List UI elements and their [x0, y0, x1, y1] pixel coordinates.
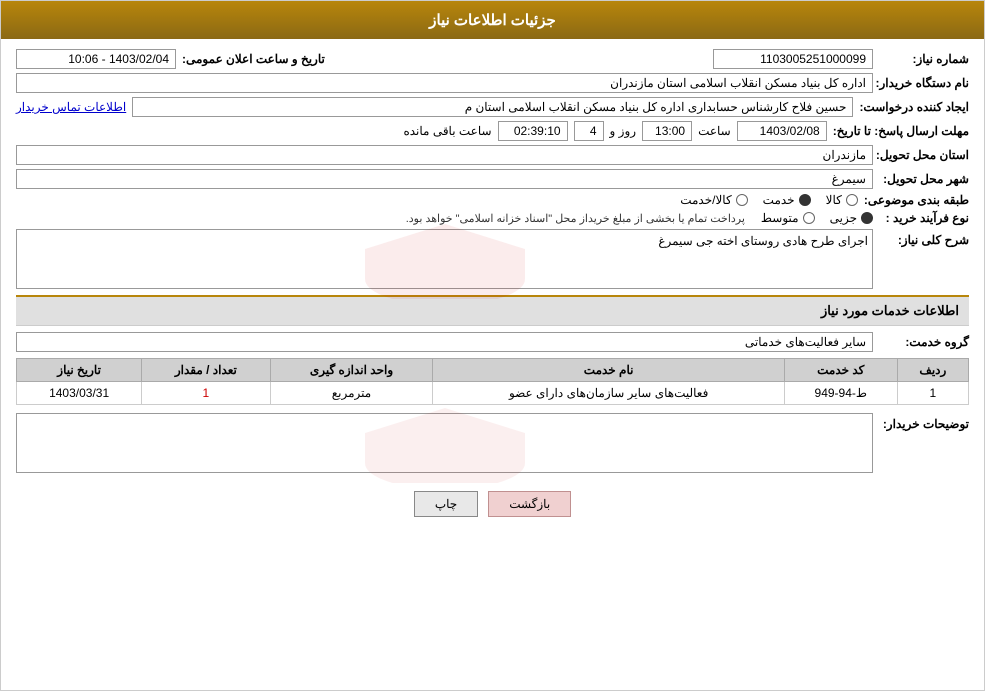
main-content: شماره نیاز: 1103005251000099 تاریخ و ساع…: [1, 39, 984, 539]
category-radio-group: کالا خدمت کالا/خدمت: [680, 193, 858, 207]
category-label: طبقه بندی موضوعی:: [864, 193, 969, 207]
need-number-value: 1103005251000099: [713, 49, 873, 69]
col-radif: ردیف: [897, 359, 968, 382]
requester-value: حسین فلاح کارشناس حسابداری اداره کل بنیا…: [132, 97, 853, 117]
watermark-shield-icon: [345, 219, 545, 299]
table-row: 1ط-94-949فعالیت‌های سایر سازمان‌های دارا…: [17, 382, 969, 405]
need-number-label: شماره نیاز:: [879, 52, 969, 66]
deadline-time: 13:00: [642, 121, 692, 141]
purchase-jozii-radio[interactable]: [861, 212, 873, 224]
purchase-motavasset-item[interactable]: متوسط: [761, 211, 815, 225]
category-kala-label: کالا: [826, 193, 842, 207]
deadline-days: 4: [574, 121, 604, 141]
page-wrapper: جزئیات اطلاعات نیاز شماره نیاز: 11030052…: [0, 0, 985, 691]
buyer-notes-label: توضیحات خریدار:: [879, 413, 969, 431]
col-name: نام خدمت: [433, 359, 784, 382]
contact-link[interactable]: اطلاعات تماس خریدار: [16, 100, 126, 114]
purchase-type-label: نوع فرآیند خرید :: [879, 211, 969, 225]
delivery-city-value: سیمرغ: [16, 169, 873, 189]
button-bar: بازگشت چاپ: [16, 479, 969, 529]
category-kala-khadamat-radio[interactable]: [736, 194, 748, 206]
category-khadamat-label: خدمت: [763, 193, 795, 207]
buyer-org-label: نام دستگاه خریدار:: [879, 76, 969, 90]
delivery-province-value: مازندران: [16, 145, 873, 165]
cell-name: فعالیت‌های سایر سازمان‌های دارای عضو: [433, 382, 784, 405]
deadline-days-label: روز و: [610, 124, 637, 138]
col-date: تاریخ نیاز: [17, 359, 142, 382]
remaining-time: 02:39:10: [498, 121, 568, 141]
back-button[interactable]: بازگشت: [488, 491, 571, 517]
cell-code: ط-94-949: [784, 382, 897, 405]
delivery-province-label: استان محل تحویل:: [879, 148, 969, 162]
response-deadline-label: مهلت ارسال پاسخ: تا تاریخ:: [833, 124, 969, 138]
category-kala-khadamat-label: کالا/خدمت: [680, 193, 731, 207]
service-group-label: گروه خدمت:: [879, 335, 969, 349]
announcement-value: 1403/02/04 - 10:06: [16, 49, 176, 69]
category-kala-khadamat-item[interactable]: کالا/خدمت: [680, 193, 747, 207]
need-description-value: اجرای طرح هادی روستای اخته جی سیمرغ: [658, 234, 868, 248]
category-khadamat-radio[interactable]: [799, 194, 811, 206]
service-group-value: سایر فعالیت‌های خدماتی: [16, 332, 873, 352]
cell-date: 1403/03/31: [17, 382, 142, 405]
services-section-header: اطلاعات خدمات مورد نیاز: [16, 295, 969, 326]
deadline-date: 1403/02/08: [737, 121, 827, 141]
category-kala-radio[interactable]: [846, 194, 858, 206]
page-title: جزئیات اطلاعات نیاز: [429, 12, 556, 29]
remaining-label: ساعت باقی مانده: [403, 124, 491, 138]
watermark-shield-icon-notes: [345, 403, 545, 483]
col-code: کد خدمت: [784, 359, 897, 382]
requester-label: ایجاد کننده درخواست:: [859, 100, 969, 114]
category-kala-item[interactable]: کالا: [826, 193, 858, 207]
purchase-motavasset-label: متوسط: [761, 211, 799, 225]
cell-radif: 1: [897, 382, 968, 405]
purchase-jozii-item[interactable]: جزیی: [830, 211, 873, 225]
cell-count: 1: [142, 382, 270, 405]
col-unit: واحد اندازه گیری: [270, 359, 433, 382]
col-count: تعداد / مقدار: [142, 359, 270, 382]
print-button[interactable]: چاپ: [414, 491, 478, 517]
purchase-jozii-label: جزیی: [830, 211, 857, 225]
delivery-city-label: شهر محل تحویل:: [879, 172, 969, 186]
buyer-org-value: اداره کل بنیاد مسکن انقلاب اسلامی استان …: [16, 73, 873, 93]
page-header: جزئیات اطلاعات نیاز: [1, 1, 984, 39]
need-description-label: شرح کلی نیاز:: [879, 229, 969, 247]
category-khadamat-item[interactable]: خدمت: [763, 193, 811, 207]
purchase-motavasset-radio[interactable]: [803, 212, 815, 224]
cell-unit: مترمربع: [270, 382, 433, 405]
services-section-label: اطلاعات خدمات مورد نیاز: [821, 303, 959, 318]
purchase-radio-group: جزیی متوسط: [761, 211, 873, 225]
announcement-label: تاریخ و ساعت اعلان عمومی:: [182, 52, 325, 66]
deadline-time-label: ساعت: [698, 124, 731, 138]
services-table: ردیف کد خدمت نام خدمت واحد اندازه گیری ت…: [16, 358, 969, 405]
